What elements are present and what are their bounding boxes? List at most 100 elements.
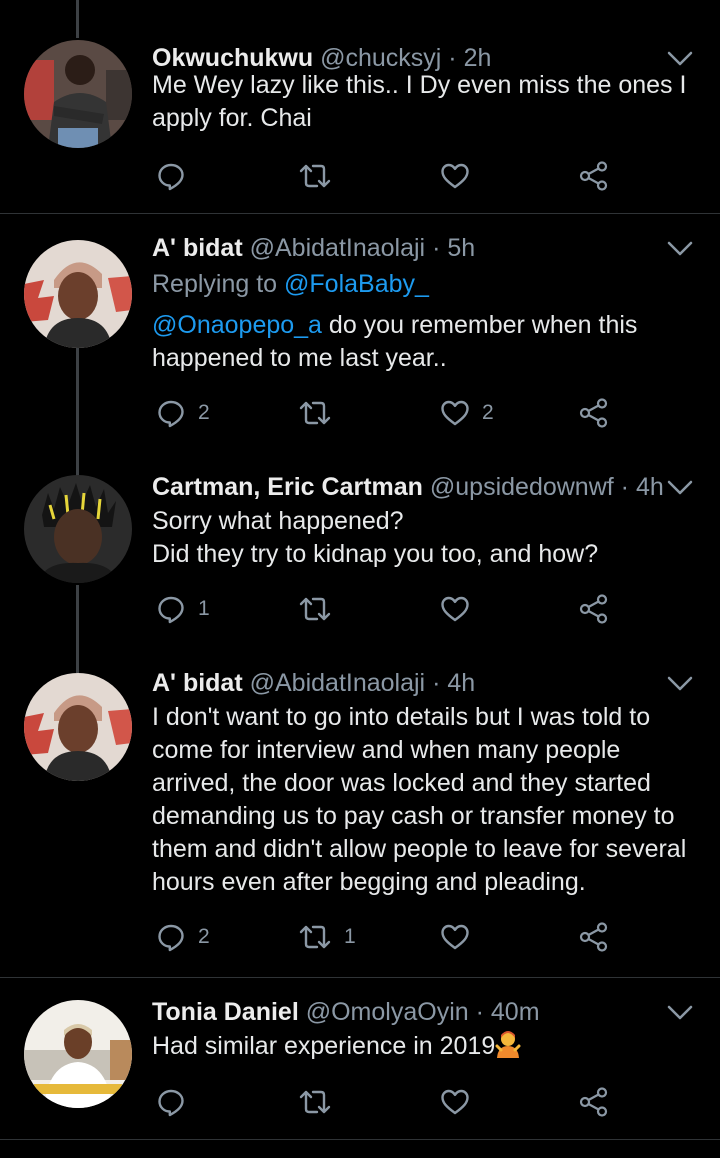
retweet-button[interactable] [298, 156, 344, 196]
reply-button[interactable]: 2 [156, 393, 210, 433]
like-button[interactable] [440, 156, 482, 196]
like-button[interactable] [440, 1082, 482, 1122]
display-name[interactable]: Cartman, Eric Cartman [152, 473, 423, 501]
share-icon [578, 1086, 610, 1118]
chevron-down-icon[interactable] [666, 475, 694, 499]
avatar[interactable] [24, 240, 132, 348]
tweet-actions: 2 2 [152, 393, 622, 433]
reply-button[interactable] [156, 156, 198, 196]
display-name[interactable]: Okwuchukwu [152, 44, 313, 72]
tweet-text-line: I don't want to go into details but I wa… [152, 703, 651, 731]
user-handle[interactable]: @OmolyaOyin [306, 998, 469, 1026]
share-icon [578, 921, 610, 953]
tweet-text-line: apply for. Chai [152, 104, 312, 132]
tweet-text-line: Me Wey lazy like this.. I Dy even miss t… [152, 71, 687, 99]
reply-count: 2 [198, 401, 210, 424]
tweet-divider [0, 1139, 720, 1140]
retweet-icon [298, 922, 332, 952]
heart-icon [440, 922, 470, 952]
user-mention[interactable]: @Onaopepo_a [152, 311, 322, 339]
retweet-button[interactable]: 1 [298, 917, 356, 957]
tweet-text-line: them and didn't allow people to leave fo… [152, 835, 687, 863]
retweet-icon [298, 398, 332, 428]
retweet-icon [298, 1087, 332, 1117]
reply-icon [156, 1087, 186, 1117]
tweet-text: Had similar experience in 2019 [152, 1030, 697, 1063]
person-shrugging-emoji-icon [495, 1030, 521, 1058]
user-handle[interactable]: @chucksyj [320, 44, 441, 72]
avatar[interactable] [24, 1000, 132, 1108]
tweet-text: Sorry what happened? Did they try to kid… [152, 505, 697, 571]
replying-to-mention[interactable]: @FolaBaby_ [284, 270, 429, 298]
thread-line [76, 0, 79, 38]
like-button[interactable] [440, 917, 482, 957]
tweet-text: Me Wey lazy like this.. I Dy even miss t… [152, 69, 697, 135]
retweet-button[interactable] [298, 589, 344, 629]
share-button[interactable] [578, 589, 610, 629]
share-button[interactable] [578, 917, 610, 957]
reply-button[interactable]: 1 [156, 589, 210, 629]
heart-icon [440, 594, 470, 624]
user-handle[interactable]: @AbidatInaolaji [250, 234, 426, 262]
display-name[interactable]: Tonia Daniel [152, 998, 299, 1026]
reply-count: 2 [198, 925, 210, 948]
tweet-header: A' bidat @AbidatInaolaji · 5h [152, 228, 475, 268]
retweet-icon [298, 161, 332, 191]
retweet-button[interactable] [298, 1082, 344, 1122]
tweet-header: Tonia Daniel @OmolyaOyin · 40m [152, 992, 540, 1032]
tweet-text-fragment: Had similar experience in 2019 [152, 1032, 496, 1060]
tweet-text-fragment: do you remember when this [321, 311, 638, 339]
share-button[interactable] [578, 393, 610, 433]
tweet-time[interactable]: 4h [636, 473, 664, 501]
reply-button[interactable] [156, 1082, 198, 1122]
share-icon [578, 397, 610, 429]
replying-to-label: Replying to [152, 270, 278, 298]
reply-icon [156, 594, 186, 624]
user-handle[interactable]: @upsidedownwf [430, 473, 614, 501]
tweet-text-line: Sorry what happened? [152, 507, 404, 535]
tweet-time[interactable]: 40m [491, 998, 540, 1026]
avatar[interactable] [24, 673, 132, 781]
separator-dot: · [620, 473, 629, 501]
retweet-button[interactable] [298, 393, 344, 433]
tweet-text-line: hours even after begging and pleading. [152, 868, 586, 896]
tweet-time[interactable]: 5h [447, 234, 475, 262]
like-count: 2 [482, 401, 494, 424]
tweet-time[interactable]: 4h [447, 669, 475, 697]
like-button[interactable]: 2 [440, 393, 494, 433]
like-button[interactable] [440, 589, 482, 629]
tweet-actions [152, 156, 622, 196]
tweet-text-line: @Onaopepo_a do you remember when this [152, 309, 697, 342]
reply-count: 1 [198, 597, 210, 620]
separator-dot: · [432, 669, 441, 697]
heart-icon [440, 398, 470, 428]
heart-icon [440, 1087, 470, 1117]
avatar[interactable] [24, 40, 132, 148]
separator-dot: · [432, 234, 441, 262]
replying-to: Replying to @FolaBaby_ [152, 270, 429, 299]
display-name[interactable]: A' bidat [152, 234, 243, 262]
chevron-down-icon[interactable] [666, 236, 694, 260]
tweet-text-line: come for interview and when many people [152, 736, 621, 764]
reply-icon [156, 398, 186, 428]
chevron-down-icon[interactable] [666, 46, 694, 70]
retweet-icon [298, 594, 332, 624]
reply-icon [156, 161, 186, 191]
tweet-text-line: happened to me last year.. [152, 344, 447, 372]
user-handle[interactable]: @AbidatInaolaji [250, 669, 426, 697]
reply-icon [156, 922, 186, 952]
share-button[interactable] [578, 156, 610, 196]
chevron-down-icon[interactable] [666, 671, 694, 695]
share-icon [578, 593, 610, 625]
tweet-time[interactable]: 2h [464, 44, 492, 72]
display-name[interactable]: A' bidat [152, 669, 243, 697]
tweet-text-line: demanding us to pay cash or transfer mon… [152, 802, 675, 830]
tweet-text: @Onaopepo_a do you remember when this ha… [152, 309, 697, 375]
tweet-header: Cartman, Eric Cartman @upsidedownwf · 4h [152, 467, 664, 507]
reply-button[interactable]: 2 [156, 917, 210, 957]
chevron-down-icon[interactable] [666, 1000, 694, 1024]
share-button[interactable] [578, 1082, 610, 1122]
tweet-actions: 2 1 [152, 917, 622, 957]
avatar[interactable] [24, 475, 132, 583]
tweet-header: A' bidat @AbidatInaolaji · 4h [152, 663, 475, 703]
